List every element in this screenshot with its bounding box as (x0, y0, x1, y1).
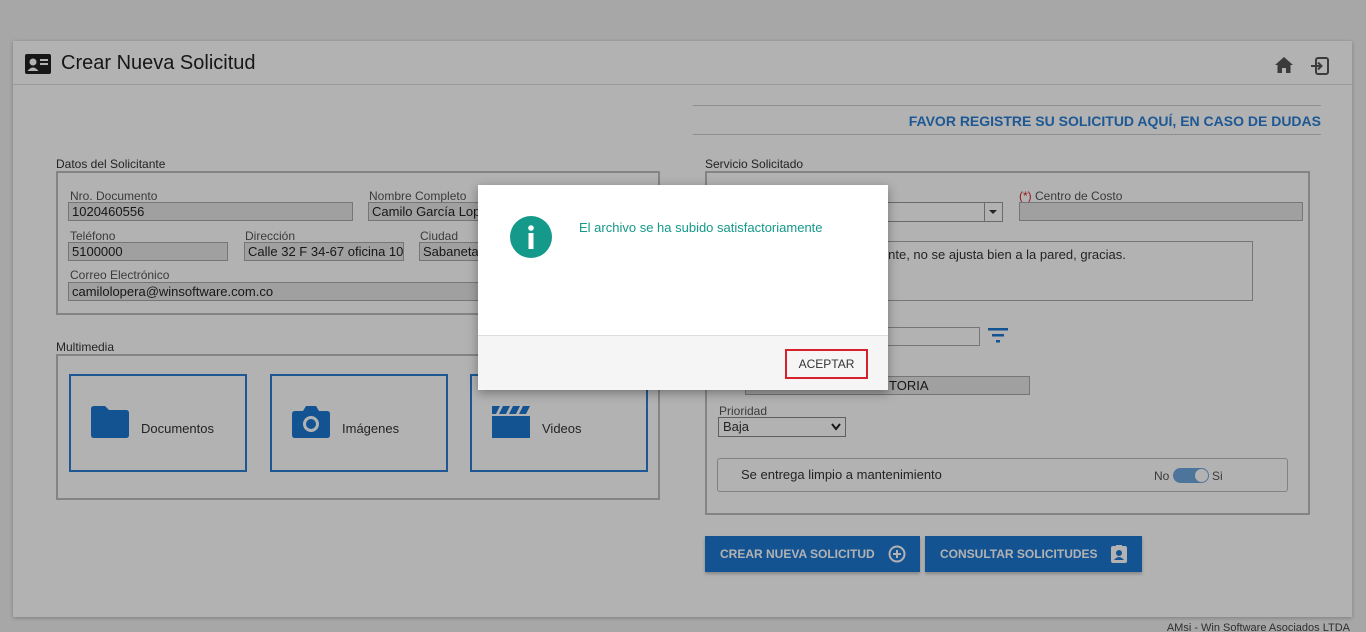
dialog-footer: ACEPTAR (478, 335, 888, 390)
info-icon (510, 216, 552, 258)
accept-button[interactable]: ACEPTAR (785, 349, 868, 379)
dialog-message: El archivo se ha subido satisfactoriamen… (579, 220, 823, 235)
dialog-body: El archivo se ha subido satisfactoriamen… (478, 185, 888, 335)
upload-success-dialog: El archivo se ha subido satisfactoriamen… (478, 185, 888, 390)
